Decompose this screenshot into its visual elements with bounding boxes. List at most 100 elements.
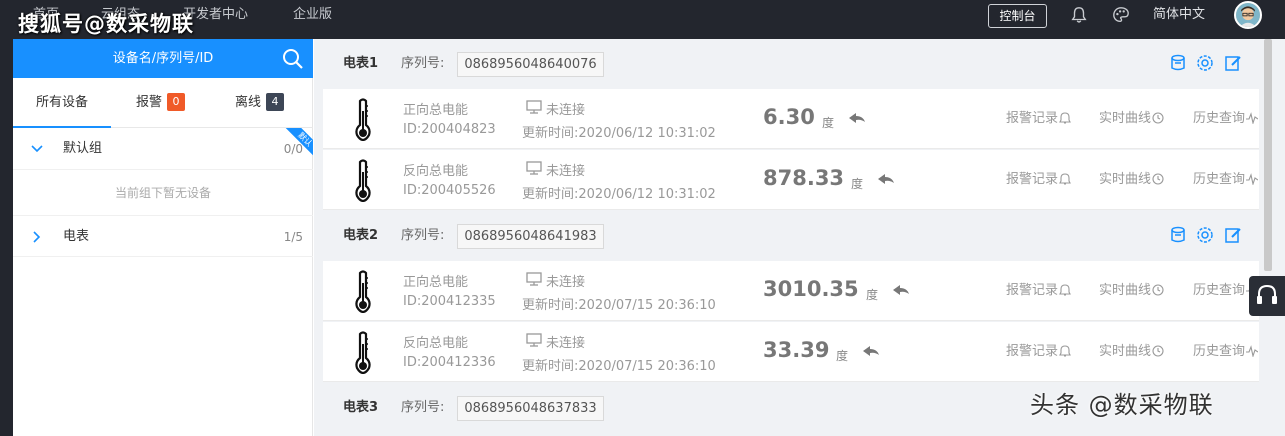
monitor-icon [526,272,542,286]
meter-name: 电表1 [343,56,379,71]
watermark-top: 搜狐号@数采物联 [18,12,194,36]
history-query-link[interactable]: 历史查询 [1193,150,1259,210]
device-tabs: 所有设备 报警 0 离线 4 [13,78,313,128]
device-list: 电表1 序列号: 0868956048640076 正向总电能 ID:200404823… [314,39,1285,436]
device-id: ID:200412336 [403,355,496,370]
bell-icon [1059,345,1071,357]
device-id: ID:200404823 [403,122,496,137]
realtime-curve-link[interactable]: 实时曲线 [1099,89,1164,149]
pulse-icon [1246,112,1259,126]
alarm-record-link[interactable]: 报警记录 [1006,261,1071,321]
nav-enterprise[interactable]: 企业版 [293,0,332,30]
device-row: 正向总电能 ID:200404823 未连接更新时间:2020/06/12 10:3… [323,89,1259,149]
serial-label: 序列号: [401,400,445,415]
history-query-link[interactable]: 历史查询 [1193,89,1259,149]
empty-group-hint: 当前组下暂无设备 [114,186,211,200]
device-sidebar: 设备名/序列号/ID 所有设备 报警 0 离线 4 默认组 0/0 默认 当前组下暂… [13,39,313,436]
bell-icon[interactable] [1070,6,1088,24]
language-selector[interactable]: 简体中文 [1153,0,1205,30]
connection-status: 未连接 [546,103,586,118]
history-query-link[interactable]: 历史查询 [1193,322,1259,382]
settings-icon[interactable] [1196,54,1214,72]
device-value: 33.39 [763,338,830,362]
serial-number: 0868956048640076 [457,52,604,77]
device-name: 正向总电能 [403,103,469,118]
value-unit: 度 [851,177,864,191]
edit-icon[interactable] [1224,54,1242,72]
bell-icon [1059,173,1071,185]
connection-status: 未连接 [546,336,586,351]
alarm-count-badge: 0 [167,93,186,111]
action-label: 报警记录 [1006,344,1059,359]
write-arrow-icon[interactable] [892,283,910,297]
storage-icon[interactable] [1169,226,1187,244]
device-value: 878.33 [763,166,845,190]
write-arrow-icon[interactable] [848,111,866,125]
group-default[interactable]: 默认组 0/0 默认 [13,128,313,170]
meter-name: 电表3 [343,400,379,415]
action-label: 实时曲线 [1099,172,1152,187]
tab-alarm[interactable]: 报警 0 [136,78,186,128]
device-id: ID:200412335 [403,294,496,309]
default-ribbon: 默认 [285,128,313,156]
left-strip [0,39,13,436]
action-label: 报警记录 [1006,172,1059,187]
console-button[interactable]: 控制台 [988,4,1047,28]
watermark-bottom: 头条 @数采物联 [1030,391,1214,419]
scrollbar-thumb[interactable] [1264,39,1272,271]
serial-number: 0868956048641983 [457,224,604,249]
chevron-right-icon [33,231,41,243]
alarm-record-link[interactable]: 报警记录 [1006,150,1071,210]
alarm-record-link[interactable]: 报警记录 [1006,89,1071,149]
device-id: ID:200405526 [403,183,496,198]
pulse-icon [1246,173,1259,187]
settings-icon[interactable] [1196,226,1214,244]
alarm-record-link[interactable]: 报警记录 [1006,322,1071,382]
clock-icon [1152,345,1164,357]
search-icon[interactable] [282,48,304,70]
search-input[interactable]: 设备名/序列号/ID [13,39,313,78]
clock-icon [1152,112,1164,124]
search-bar[interactable]: 设备名/序列号/ID [13,39,313,78]
update-time: 更新时间:2020/07/15 20:36:10 [522,298,716,313]
update-time: 更新时间:2020/06/12 10:31:02 [522,126,716,141]
support-button[interactable] [1249,276,1285,316]
tab-offline[interactable]: 离线 4 [235,78,285,128]
storage-icon[interactable] [1169,54,1187,72]
action-label: 历史查询 [1193,344,1246,359]
meter-header: 电表1 序列号: 0868956048640076 [314,39,1259,89]
value-unit: 度 [866,288,879,302]
value-unit: 度 [836,349,849,363]
offline-count-badge: 4 [266,93,285,111]
realtime-curve-link[interactable]: 实时曲线 [1099,322,1164,382]
device-value: 6.30 [763,105,815,129]
meter-header: 电表2 序列号: 0868956048641983 [314,211,1259,261]
write-arrow-icon[interactable] [862,344,880,358]
connection-status: 未连接 [546,164,586,179]
bell-icon [1059,284,1071,296]
edit-icon[interactable] [1224,226,1242,244]
action-label: 实时曲线 [1099,111,1152,126]
device-row: 反向总电能 ID:200405526 未连接 更新时间:2020/06/12 10:3… [323,150,1259,210]
meter-name: 电表2 [343,228,379,243]
device-row: 正向总电能 ID:200412335 未连接 更新时间:2020/07/15 20:3… [323,261,1259,321]
device-row: 反向总电能 ID:200412336 未连接 更新时间:2020/07/15 20:3… [323,322,1259,382]
value-unit: 度 [822,116,835,130]
user-avatar[interactable] [1234,1,1262,29]
pulse-icon [1246,345,1259,359]
write-arrow-icon[interactable] [877,172,895,186]
tab-all-devices[interactable]: 所有设备 [13,78,111,128]
monitor-icon [526,100,542,114]
update-time: 更新时间:2020/06/12 10:31:02 [522,187,716,202]
clock-icon [1152,173,1164,185]
realtime-curve-link[interactable]: 实时曲线 [1099,150,1164,210]
serial-label: 序列号: [401,56,445,71]
group-meter[interactable]: 电表 1/5 [13,215,313,257]
bell-icon [1059,112,1071,124]
realtime-curve-link[interactable]: 实时曲线 [1099,261,1164,321]
palette-icon[interactable] [1112,6,1130,24]
thermometer-icon [355,159,371,202]
action-label: 历史查询 [1193,111,1246,126]
scrollbar[interactable] [1259,39,1285,436]
device-value: 3010.35 [763,277,859,301]
